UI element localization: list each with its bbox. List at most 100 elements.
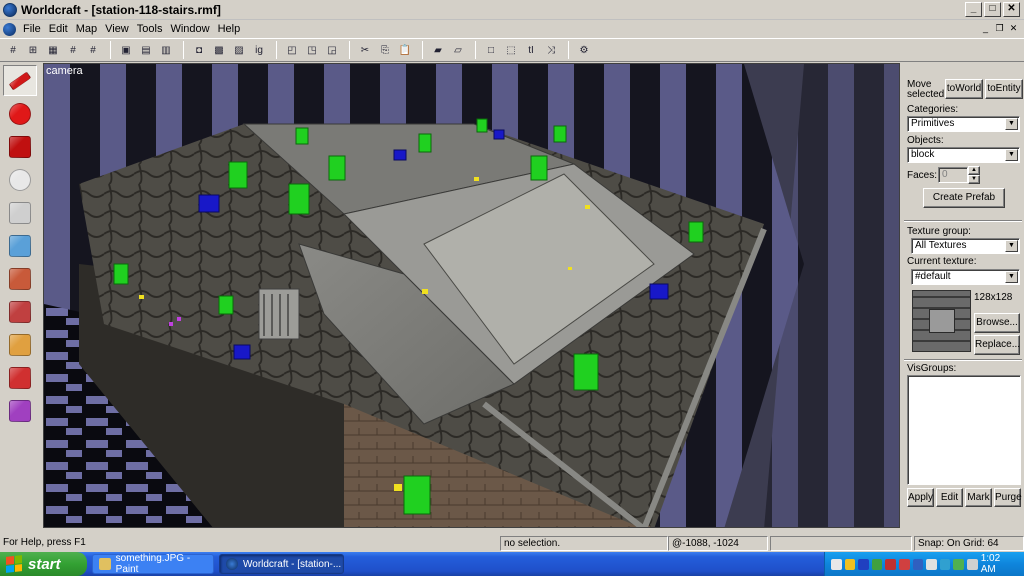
load-window-icon[interactable]: ▣ [117, 41, 135, 59]
decal-tool-icon[interactable] [3, 296, 37, 327]
title-bar: Worldcraft - [station-118-stairs.rmf] _ … [0, 0, 1024, 20]
minimize-button[interactable]: _ [965, 2, 982, 17]
categories-dropdown[interactable]: Primitives ▼ [907, 116, 1020, 132]
ignore-groups-icon[interactable]: ig [250, 41, 268, 59]
tray-app-icon[interactable] [844, 558, 856, 570]
edit-button[interactable]: Edit [936, 488, 963, 507]
tray-app-icon[interactable] [885, 558, 897, 570]
mdi-close-button[interactable]: ✕ [1007, 23, 1020, 35]
menu-file[interactable]: File [19, 20, 45, 38]
current-texture-dropdown[interactable]: #default ▼ [911, 269, 1020, 285]
faces-up-icon[interactable]: ▲ [968, 166, 980, 175]
maximize-button[interactable]: □ [984, 2, 1001, 17]
show-all-icon[interactable]: ◳ [303, 41, 321, 59]
grid-larger-icon[interactable]: # [84, 41, 102, 59]
to-world-button[interactable]: toWorld [945, 79, 983, 99]
purge-button[interactable]: Purge [994, 488, 1022, 507]
chevron-down-icon[interactable]: ▼ [1005, 149, 1018, 161]
move-selected-label: Move selected: [907, 79, 948, 100]
create-prefab-button[interactable]: Create Prefab [923, 188, 1005, 208]
menu-window[interactable]: Window [166, 20, 213, 38]
menu-tools[interactable]: Tools [133, 20, 167, 38]
menu-view[interactable]: View [101, 20, 133, 38]
vertex-manipulation-tool-glyph [9, 366, 31, 389]
panel-divider [904, 359, 1022, 361]
objects-dropdown[interactable]: block ▼ [907, 147, 1020, 163]
camera-tool-icon[interactable] [3, 131, 37, 162]
carve-icon[interactable]: ▰ [429, 41, 447, 59]
move-icon[interactable]: ⤨ [542, 41, 560, 59]
selection-tool-icon[interactable] [3, 65, 37, 96]
vertex-manipulation-tool-icon[interactable] [3, 362, 37, 393]
visgroups-list[interactable] [907, 375, 1021, 485]
window-title: Worldcraft - [station-118-stairs.rmf] [21, 2, 221, 17]
mdi-minimize-button[interactable]: _ [979, 23, 992, 35]
grid-3d-icon[interactable]: ⊞ [24, 41, 42, 59]
tie-icon[interactable]: tI [522, 41, 540, 59]
camera-viewport[interactable]: camera [43, 63, 900, 528]
select-icon[interactable]: ⬚ [502, 41, 520, 59]
grid-snap-icon[interactable]: ▦ [44, 41, 62, 59]
tray-app-icon[interactable] [912, 558, 924, 570]
tray-app-icon[interactable] [953, 558, 965, 570]
task-paint[interactable]: something.JPG - Paint [92, 553, 214, 575]
menu-help[interactable]: Help [214, 20, 245, 38]
status-coordinates: @-1088, -1024 [668, 536, 768, 551]
tray-app-icon[interactable] [871, 558, 883, 570]
worldcraft-app-icon[interactable] [3, 2, 17, 17]
run-map-icon[interactable]: ⚙ [575, 41, 593, 59]
start-button[interactable]: start [0, 552, 87, 576]
grid-toggle-icon[interactable]: # [4, 41, 22, 59]
magnify-tool-icon[interactable] [3, 98, 37, 129]
replace-button[interactable]: Replace... [974, 335, 1020, 355]
document-icon[interactable] [3, 22, 16, 36]
tray-app-icon[interactable] [926, 558, 937, 570]
mdi-restore-button[interactable]: ❐ [993, 23, 1006, 35]
window-state-icon[interactable]: ▥ [157, 41, 175, 59]
to-entity-button[interactable]: toEntity [985, 79, 1023, 99]
block-tool-icon[interactable] [3, 197, 37, 228]
entity-tool-icon[interactable] [3, 164, 37, 195]
texture-app-icon[interactable]: ▨ [230, 41, 248, 59]
tray-app-icon[interactable] [831, 558, 842, 570]
copy-icon[interactable]: ⎘ [376, 41, 394, 59]
faces-field[interactable]: 0 [938, 167, 968, 183]
path-tool-icon[interactable] [3, 395, 37, 426]
menu-edit[interactable]: Edit [45, 20, 72, 38]
tray-app-icon[interactable] [967, 558, 978, 570]
texture-application-tool-icon[interactable] [3, 230, 37, 261]
faces-down-icon[interactable]: ▼ [968, 175, 980, 184]
clipping-tool-icon[interactable] [3, 329, 37, 360]
texture-lock-icon[interactable]: ▩ [210, 41, 228, 59]
cube-icon[interactable]: ◘ [190, 41, 208, 59]
tray-app-icon[interactable] [858, 558, 869, 570]
cut-icon[interactable]: ✂ [356, 41, 374, 59]
tray-app-icon[interactable] [939, 558, 951, 570]
mark-button[interactable]: Mark [965, 488, 992, 507]
chevron-down-icon[interactable]: ▼ [1005, 240, 1018, 252]
texture-application-tool-glyph [9, 234, 31, 257]
clock[interactable]: 1:02 AM [981, 553, 1016, 575]
selection-box-icon[interactable]: □ [482, 41, 500, 59]
save-window-icon[interactable]: ▤ [137, 41, 155, 59]
start-label: start [28, 555, 61, 573]
menu-map[interactable]: Map [72, 20, 101, 38]
texture-group-dropdown[interactable]: All Textures ▼ [911, 238, 1020, 254]
chevron-down-icon[interactable]: ▼ [1005, 118, 1018, 130]
group-icon[interactable]: ◲ [323, 41, 341, 59]
texture-preview[interactable] [912, 290, 971, 352]
chevron-down-icon[interactable]: ▼ [1005, 271, 1018, 283]
clipping-tool-glyph [9, 333, 31, 356]
paste-icon[interactable]: 📋 [396, 41, 414, 59]
hollow-icon[interactable]: ▱ [449, 41, 467, 59]
browse-button[interactable]: Browse... [974, 313, 1020, 333]
apply-current-texture-tool-icon[interactable] [3, 263, 37, 294]
task-worldcraft[interactable]: Worldcraft - [station-... [219, 554, 344, 574]
tray-app-icon[interactable] [899, 558, 910, 570]
grid-smaller-icon[interactable]: # [64, 41, 82, 59]
close-button[interactable]: ✕ [1003, 2, 1020, 17]
hide-selected-icon[interactable]: ◰ [283, 41, 301, 59]
paint-icon [99, 558, 111, 570]
object-panel: Move selected: toWorld toEntity Categori… [903, 63, 1024, 533]
apply-button[interactable]: Apply [907, 488, 934, 507]
